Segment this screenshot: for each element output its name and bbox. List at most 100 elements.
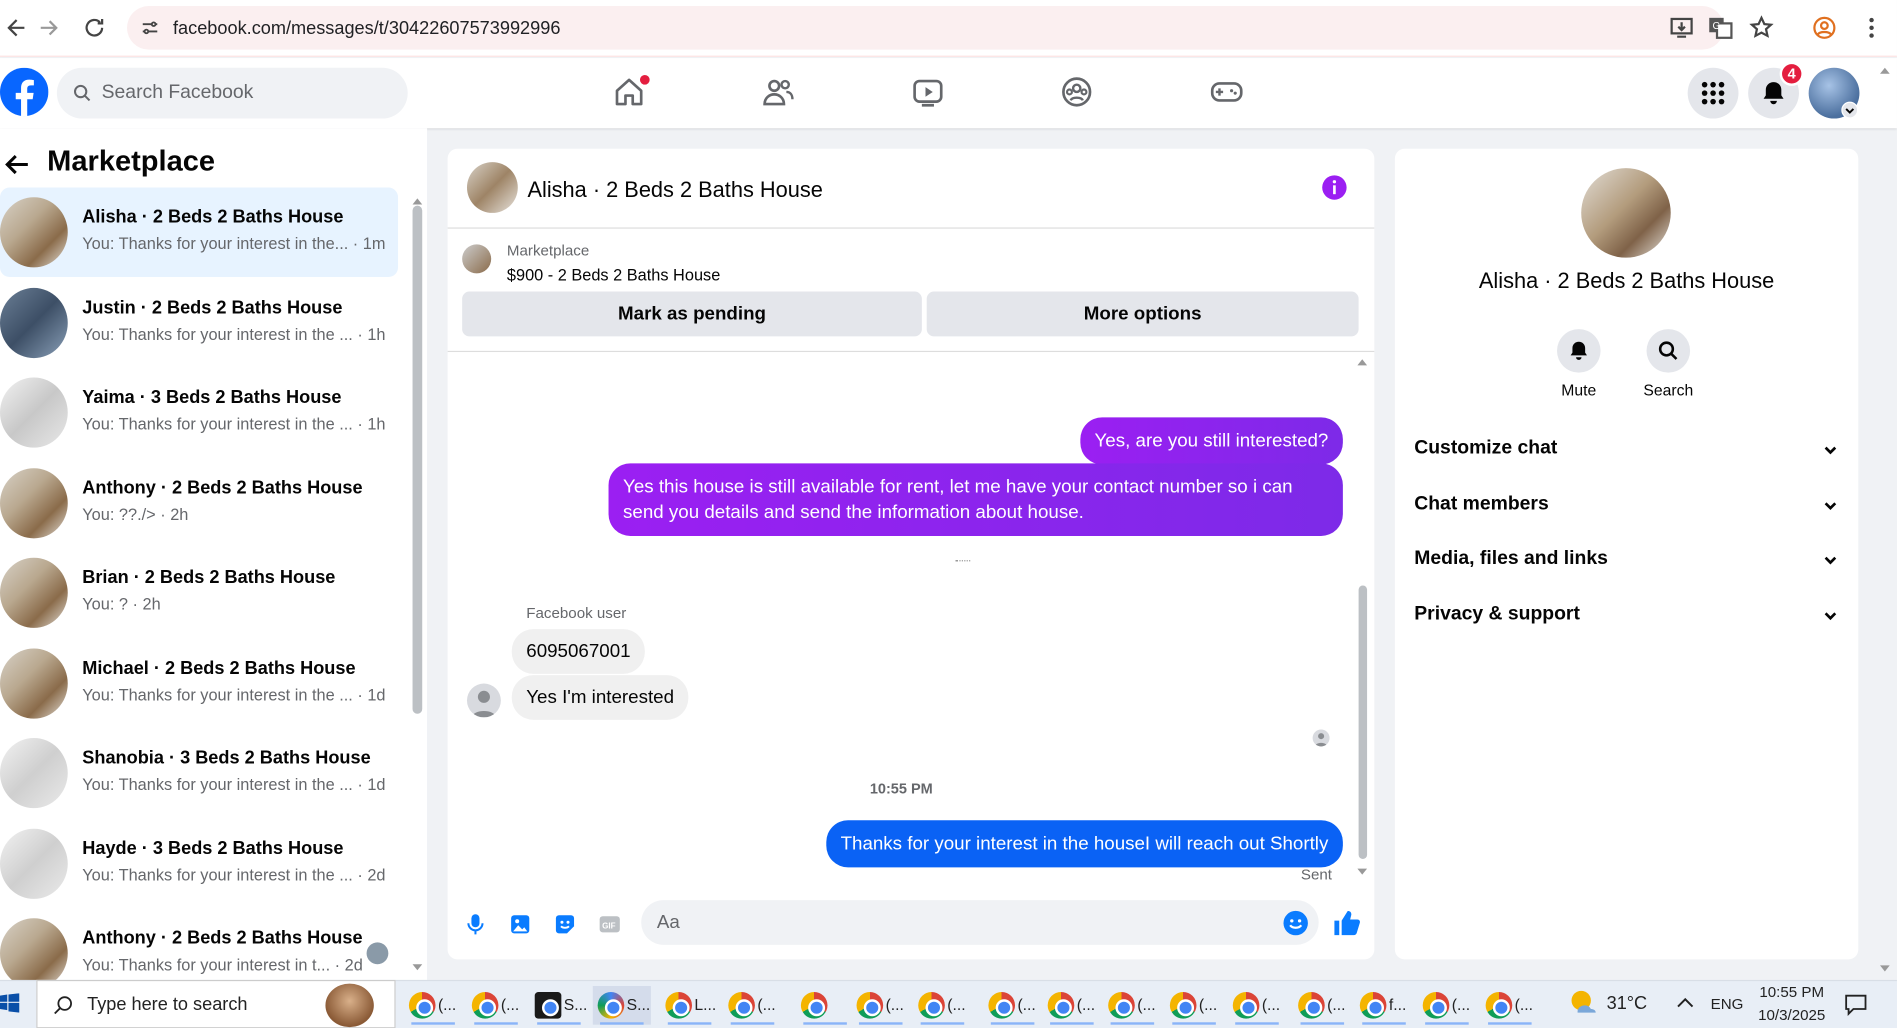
translate-icon[interactable]: G — [1707, 15, 1734, 42]
conversation-name: Anthony · 2 Beds 2 Baths House — [82, 927, 363, 949]
groups-icon[interactable] — [1060, 75, 1094, 109]
message-outgoing: Yes, are you still interested? — [1079, 417, 1343, 465]
emoji-icon[interactable] — [1282, 910, 1309, 937]
page-scroll-down-icon[interactable] — [1879, 964, 1891, 974]
conversation-avatar — [0, 468, 68, 539]
taskbar-search[interactable]: Type here to search — [36, 979, 396, 1028]
gif-icon[interactable]: GIF — [598, 912, 622, 936]
conversation-item[interactable]: Justin · 2 Beds 2 Baths House You: Thanks… — [0, 278, 398, 368]
menu-button[interactable] — [1687, 67, 1739, 119]
listing-category: Marketplace — [506, 241, 590, 259]
install-app-icon[interactable] — [1668, 15, 1695, 42]
bookmark-star-icon[interactable] — [1748, 15, 1775, 42]
taskbar-app-item[interactable]: (... — [467, 986, 525, 1025]
chevron-up-icon[interactable] — [1677, 996, 1694, 1011]
clock-time[interactable]: 10:55 PM — [1748, 984, 1835, 1001]
message-input[interactable]: Aa — [641, 900, 1319, 945]
chrome-icon — [471, 992, 499, 1019]
mark-pending-button[interactable]: Mark as pending — [462, 291, 922, 337]
gallery-icon[interactable] — [508, 912, 532, 936]
chat-scrollbar[interactable] — [1358, 585, 1368, 859]
gaming-icon[interactable] — [1210, 75, 1244, 109]
scroll-up-icon[interactable] — [1356, 357, 1368, 367]
page-scroll-up-icon[interactable] — [1879, 65, 1891, 75]
conversation-preview: You: Thanks for your interest in the... … — [82, 234, 386, 253]
watch-icon[interactable] — [911, 75, 945, 109]
conversation-avatar — [0, 287, 68, 359]
taskbar-app-item[interactable]: (... — [1103, 986, 1161, 1025]
taskbar-app-item[interactable]: f... — [1355, 986, 1413, 1025]
taskbar-app-item[interactable]: (... — [984, 986, 1042, 1025]
sticker-icon[interactable] — [553, 912, 577, 936]
taskbar-app-item[interactable]: S... — [592, 985, 651, 1025]
taskbar-app-item[interactable]: S... — [530, 986, 588, 1025]
language-indicator[interactable]: ENG — [1711, 996, 1744, 1013]
conversation-item[interactable]: Michael · 2 Beds 2 Baths House You: Thank… — [0, 639, 398, 729]
listing-thumbnail[interactable] — [462, 244, 492, 274]
browser-menu-icon[interactable] — [1858, 15, 1885, 42]
customize-chat-section[interactable]: Customize chat — [1414, 426, 1840, 474]
back-arrow-icon[interactable] — [5, 152, 29, 176]
windows-start-icon[interactable] — [0, 993, 20, 1013]
clock-date[interactable]: 10/3/2025 — [1748, 1007, 1835, 1024]
taskbar-app-item[interactable]: (... — [1228, 986, 1286, 1025]
scroll-down-icon[interactable] — [411, 963, 423, 973]
notification-center-icon[interactable] — [1844, 992, 1868, 1017]
taskbar-app-item[interactable]: L... — [661, 986, 719, 1025]
sidebar-scrollbar[interactable] — [412, 205, 423, 714]
more-options-button[interactable]: More options — [926, 291, 1359, 337]
listing-title[interactable]: $900 - 2 Beds 2 Baths House — [507, 266, 720, 284]
taskbar-app-item[interactable]: (... — [1481, 986, 1539, 1025]
facebook-logo-icon[interactable] — [0, 67, 49, 117]
back-icon[interactable] — [0, 15, 27, 42]
site-settings-icon[interactable] — [139, 17, 161, 39]
conversation-item[interactable]: Hayde · 3 Beds 2 Baths House You: Thanks … — [0, 819, 398, 909]
running-indicator — [1425, 1022, 1469, 1025]
privacy-support-section[interactable]: Privacy & support — [1414, 592, 1840, 640]
chat-avatar[interactable] — [466, 162, 518, 213]
address-bar[interactable]: facebook.com/messages/t/3042260757399299… — [127, 6, 1774, 50]
forward-icon[interactable] — [36, 15, 63, 42]
taskbar-app-item[interactable]: (... — [1165, 986, 1223, 1025]
search-placeholder: Search Facebook — [101, 82, 254, 103]
taskbar-app-item[interactable]: (... — [913, 986, 971, 1025]
chat-title[interactable]: Alisha · 2 Beds 2 Baths House — [527, 178, 822, 203]
taskbar-app-item[interactable]: (... — [1043, 986, 1101, 1025]
conversation-item[interactable]: Shanobia · 3 Beds 2 Baths House You: Than… — [0, 728, 398, 818]
conversation-item[interactable]: Brian · 2 Beds 2 Baths House You: ? · 2h — [0, 548, 398, 638]
conversation-item[interactable]: Yaima · 3 Beds 2 Baths House You: Thanks … — [0, 368, 398, 458]
facebook-search[interactable]: Search Facebook — [56, 67, 408, 119]
chrome-icon — [1047, 992, 1075, 1019]
reload-icon[interactable] — [81, 15, 108, 42]
section-label: Media, files and links — [1414, 548, 1608, 569]
chat-members-section[interactable]: Chat members — [1414, 482, 1840, 530]
info-icon[interactable] — [1321, 174, 1348, 201]
media-files-links-section[interactable]: Media, files and links — [1414, 536, 1840, 584]
taskbar-app-item[interactable]: (... — [723, 986, 781, 1025]
conversation-name: Justin · 2 Beds 2 Baths House — [82, 297, 343, 319]
sidebar-title: Marketplace — [47, 145, 216, 178]
microphone-icon[interactable] — [463, 912, 487, 936]
chevron-down-icon[interactable] — [1841, 101, 1859, 119]
taskbar-app-item[interactable]: (... — [852, 986, 910, 1025]
weather-icon[interactable] — [1568, 987, 1599, 1018]
taskbar-app-item[interactable]: (... — [404, 986, 462, 1025]
taskbar-app-item[interactable]: (... — [1293, 986, 1351, 1025]
taskbar-app-item[interactable]: (... — [1418, 986, 1476, 1025]
mute-button[interactable] — [1557, 329, 1601, 373]
details-name: Alisha · 2 Beds 2 Baths House — [1478, 268, 1775, 293]
details-avatar[interactable] — [1581, 168, 1671, 258]
conversation-item[interactable]: Anthony · 2 Beds 2 Baths House You: ??./>… — [0, 459, 398, 549]
scroll-down-icon[interactable] — [1356, 867, 1368, 877]
taskbar-app-item[interactable] — [796, 986, 854, 1025]
profile-icon[interactable] — [1811, 15, 1838, 42]
like-icon[interactable] — [1332, 909, 1361, 938]
conversation-avatar — [0, 648, 68, 719]
conversation-item[interactable]: Alisha · 2 Beds 2 Baths House You: Thanks… — [0, 187, 399, 278]
search-conversation-button[interactable] — [1646, 329, 1691, 373]
browser-toolbar: facebook.com/messages/t/3042260757399299… — [0, 0, 1897, 57]
sender-avatar[interactable] — [466, 683, 501, 718]
chevron-down-icon — [1824, 502, 1837, 510]
scroll-up-icon[interactable] — [411, 196, 423, 206]
friends-icon[interactable] — [761, 75, 795, 109]
